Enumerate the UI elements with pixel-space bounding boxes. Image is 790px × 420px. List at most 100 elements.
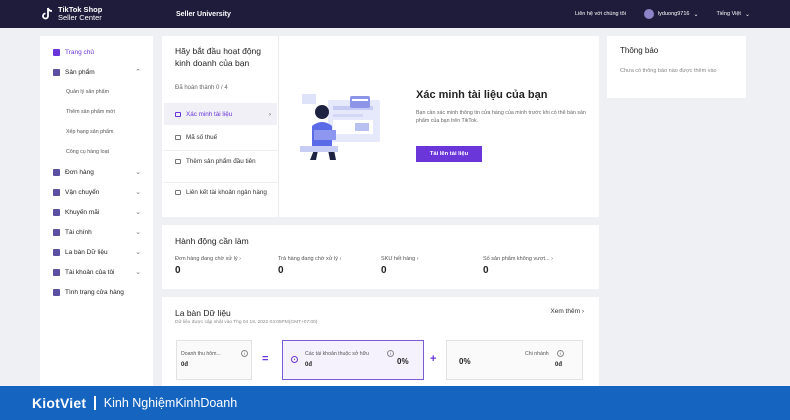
- tax-icon: [175, 135, 181, 140]
- action-failed-products[interactable]: Số sản phẩm không vượt... › 0: [483, 256, 583, 276]
- sidebar-item-data-compass[interactable]: La bàn Dữ liệu ⌄: [40, 242, 153, 262]
- step-link-bank-account[interactable]: Liên kết tài khoản ngân hàng: [164, 188, 277, 197]
- metric-percent: 0%: [459, 357, 471, 366]
- sidebar-item-label: Sản phẩm: [65, 68, 95, 76]
- onboarding-card: Hãy bắt đầu hoạt động kinh doanh của bạn…: [162, 36, 599, 217]
- notification-card: Thông báo Chưa có thông báo nào được thê…: [607, 36, 746, 98]
- plus-sign: +: [430, 353, 437, 365]
- sidebar-item-shipping[interactable]: Vận chuyển ⌄: [40, 182, 153, 202]
- sidebar: Trang chủ Sản phẩm ⌃ Quản lý sản phẩm Th…: [40, 36, 153, 386]
- sidebar-item-label: Đơn hàng: [65, 168, 94, 176]
- equals-sign: =: [262, 353, 269, 365]
- product-icon: [175, 159, 181, 164]
- shop-health-icon: [53, 288, 60, 296]
- action-label: Trả hàng đang chờ xử lý: [278, 256, 338, 262]
- upload-documents-button[interactable]: Tải lên tài liệu: [416, 146, 482, 162]
- data-compass-card: La bàn Dữ liệu Dữ liệu được cập nhật vào…: [162, 297, 599, 387]
- kiotviet-tagline: Kinh NghiệmKinhDoanh: [103, 396, 238, 410]
- logo-line-2: Seller Center: [58, 13, 102, 22]
- top-navbar: TikTok Shop Seller Center Seller Univers…: [0, 0, 790, 28]
- info-icon[interactable]: i: [241, 350, 248, 357]
- action-pending-returns[interactable]: Trả hàng đang chờ xử lý › 0: [278, 256, 378, 276]
- chevron-down-icon: ⌄: [135, 169, 141, 176]
- document-icon: [175, 111, 181, 117]
- sidebar-item-shop-health[interactable]: Tình trạng cửa hàng: [40, 282, 153, 302]
- seller-university-link[interactable]: Seller University: [176, 11, 231, 18]
- home-icon: [53, 48, 60, 56]
- action-out-of-stock-sku[interactable]: SKU hết hàng › 0: [381, 256, 481, 276]
- promotion-icon: [53, 208, 60, 216]
- verify-heading: Xác minh tài liệu của bạn: [416, 89, 548, 101]
- action-value: 0: [381, 265, 387, 276]
- action-value: 0: [278, 265, 284, 276]
- compass-icon: [53, 248, 60, 256]
- action-value: 0: [483, 265, 489, 276]
- sidebar-subitem-bulk-tools[interactable]: Công cụ hàng loạt: [40, 142, 153, 162]
- chevron-right-icon: ›: [581, 308, 584, 315]
- metric-value: 0đ: [555, 362, 563, 368]
- metric-branch[interactable]: 0% Chi nhánh i 0đ: [446, 340, 583, 380]
- kiotviet-banner: KiotViet Kinh NghiệmKinhDoanh: [0, 386, 790, 420]
- sidebar-item-promotions[interactable]: Khuyến mãi ⌄: [40, 202, 153, 222]
- tiktok-shop-logo[interactable]: TikTok Shop Seller Center: [40, 6, 172, 22]
- bank-card-icon: [175, 190, 181, 195]
- language-selector[interactable]: Tiếng Việt ⌄: [717, 11, 751, 18]
- view-more-link[interactable]: Xem thêm ›: [550, 308, 584, 315]
- sidebar-item-products[interactable]: Sản phẩm ⌃: [40, 62, 153, 82]
- username: lyduong9716: [657, 11, 690, 17]
- step-verify-documents[interactable]: Xác minh tài liệu ›: [164, 103, 277, 125]
- chevron-down-icon: ⌄: [135, 229, 141, 236]
- compass-title: La bàn Dữ liệu: [175, 308, 231, 318]
- sidebar-item-home[interactable]: Trang chủ: [40, 42, 153, 62]
- sidebar-item-label: Khuyến mãi: [65, 208, 100, 216]
- chevron-down-icon: ⌄: [135, 189, 141, 196]
- tiktok-logo-icon: [42, 7, 53, 20]
- chevron-down-icon: ⌄: [135, 269, 141, 276]
- sidebar-item-label: Tài khoản của tôi: [65, 268, 115, 276]
- sidebar-item-my-account[interactable]: Tài khoản của tôi ⌄: [40, 262, 153, 282]
- step-add-first-product[interactable]: Thêm sản phẩm đầu tiên: [164, 157, 277, 166]
- chevron-up-icon: ⌃: [135, 69, 141, 76]
- user-menu[interactable]: lyduong9716 ⌄: [643, 9, 699, 19]
- avatar: [643, 9, 654, 19]
- action-label: Số sản phẩm không vượt...: [483, 256, 550, 262]
- chevron-right-icon: ›: [268, 110, 271, 118]
- sidebar-subitem-manage-products[interactable]: Quản lý sản phẩm: [40, 82, 153, 102]
- action-label: Đơn hàng đang chờ xử lý: [175, 256, 238, 262]
- onboarding-title: Hãy bắt đầu hoạt động kinh doanh của bạn: [175, 46, 262, 68]
- divider: [94, 396, 96, 410]
- sidebar-subitem-add-product[interactable]: Thêm sản phẩm mới: [40, 102, 153, 122]
- sidebar-item-orders[interactable]: Đơn hàng ⌄: [40, 162, 153, 182]
- divider: [164, 150, 277, 151]
- order-icon: [53, 168, 60, 176]
- divider: [164, 182, 277, 183]
- info-icon[interactable]: i: [387, 350, 394, 357]
- chevron-down-icon: ⌄: [744, 11, 750, 18]
- step-label: Mã số thuế: [186, 134, 218, 141]
- sidebar-item-label: Tài chính: [65, 228, 92, 236]
- onboarding-progress: Đã hoàn thành 0 / 4: [175, 85, 228, 91]
- step-label: Liên kết tài khoản ngân hàng: [186, 189, 267, 196]
- notification-empty-text: Chưa có thông báo nào được thêm vào: [620, 68, 717, 74]
- sidebar-item-label: La bàn Dữ liệu: [65, 248, 108, 256]
- metric-label: Doanh thu hôm...: [181, 351, 221, 357]
- chevron-down-icon: ⌄: [135, 249, 141, 256]
- chevron-right-icon: ›: [416, 256, 419, 262]
- metric-owned-accounts[interactable]: • Các tài khoản thuộc sở hữu i 0đ 0%: [282, 340, 424, 380]
- metric-value: 0đ: [181, 362, 189, 368]
- sidebar-subitem-product-rating[interactable]: Xếp hạng sản phẩm: [40, 122, 153, 142]
- sidebar-item-finance[interactable]: Tài chính ⌄: [40, 222, 153, 242]
- contact-link[interactable]: Liên hệ với chúng tôi: [575, 11, 626, 17]
- metric-label: Các tài khoản thuộc sở hữu: [305, 351, 369, 357]
- step-tax-code[interactable]: Mã số thuế: [164, 133, 277, 142]
- metric-revenue-today[interactable]: Doanh thu hôm... i 0đ: [176, 340, 252, 380]
- step-label: Xác minh tài liệu: [186, 110, 233, 118]
- view-more-label: Xem thêm: [550, 308, 581, 315]
- finance-icon: [53, 228, 60, 236]
- action-pending-orders[interactable]: Đơn hàng đang chờ xử lý › 0: [175, 256, 275, 276]
- action-label: SKU hết hàng: [381, 256, 416, 262]
- chevron-down-icon: ⌄: [135, 209, 141, 216]
- kiotviet-brand: KiotViet: [32, 395, 87, 411]
- info-icon[interactable]: i: [557, 350, 564, 357]
- verify-description: Bạn cần xác minh thông tin cửa hàng của …: [416, 110, 586, 124]
